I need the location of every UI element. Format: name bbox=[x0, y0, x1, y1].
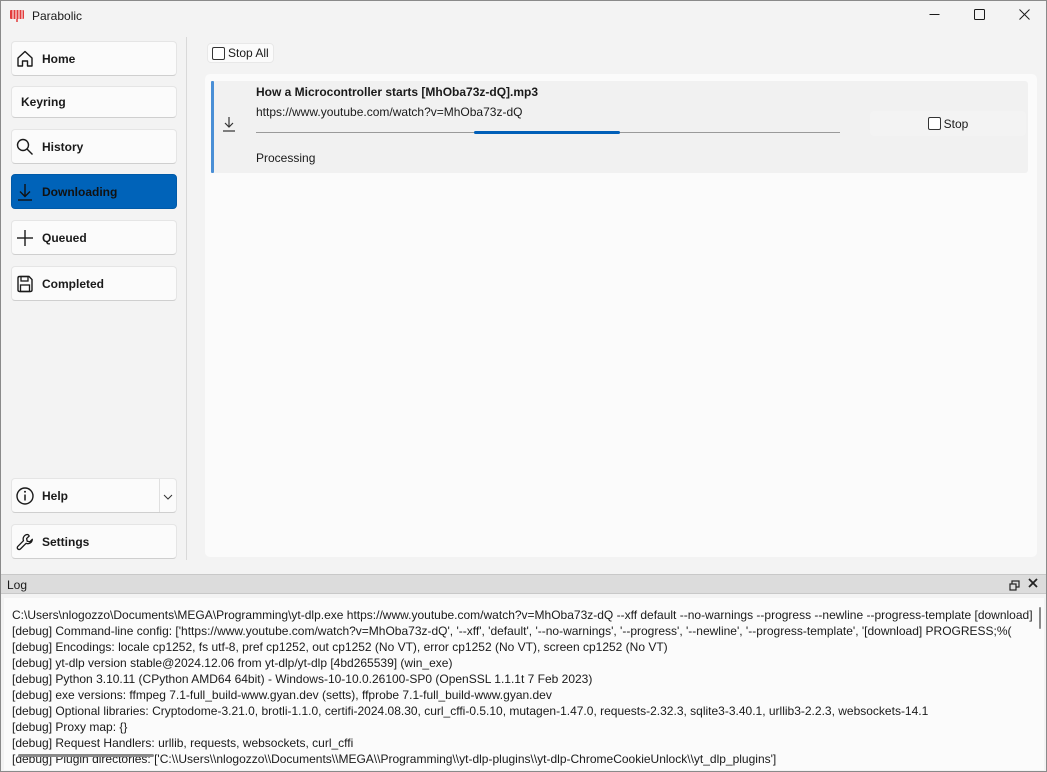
app-logo-icon bbox=[9, 9, 25, 23]
log-lines: C:\Users\nlogozzo\Documents\MEGA\Program… bbox=[12, 607, 1032, 767]
log-line: [debug] yt-dlp version stable@2024.12.06… bbox=[12, 656, 453, 670]
sidebar-item-completed[interactable]: Completed bbox=[11, 266, 177, 301]
progress-indeterminate-segment bbox=[474, 131, 620, 134]
wrench-icon bbox=[14, 531, 36, 553]
stop-all-checkbox[interactable]: Stop All bbox=[207, 43, 274, 63]
sidebar-item-downloading[interactable]: Downloading bbox=[11, 174, 177, 209]
stop-label: Stop bbox=[943, 116, 969, 131]
sidebar-item-label: History bbox=[42, 139, 84, 154]
plus-icon bbox=[14, 227, 36, 249]
sidebar-item-keyring[interactable]: Keyring bbox=[11, 86, 177, 118]
close-button[interactable] bbox=[1001, 1, 1047, 31]
close-icon bbox=[1028, 577, 1038, 591]
sidebar-item-settings[interactable]: Settings bbox=[11, 524, 177, 559]
window-title: Parabolic bbox=[32, 9, 83, 23]
download-row: How a Microcontroller starts [MhOba73z-d… bbox=[211, 81, 1028, 173]
log-line: [debug] Optional libraries: Cryptodome-3… bbox=[12, 704, 929, 718]
log-line: [debug] Python 3.10.11 (CPython AMD64 64… bbox=[12, 672, 593, 686]
info-icon bbox=[14, 485, 36, 507]
sidebar-divider bbox=[186, 37, 187, 560]
download-icon bbox=[221, 115, 237, 133]
sidebar-item-label: Help bbox=[42, 488, 69, 503]
save-icon bbox=[14, 273, 36, 295]
download-url: https://www.youtube.com/watch?v=MhOba73z… bbox=[256, 105, 523, 119]
sidebar-item-home[interactable]: Home bbox=[11, 41, 177, 76]
download-progress-bar bbox=[256, 131, 840, 134]
sidebar-item-label: Queued bbox=[42, 230, 87, 245]
row-accent-bar bbox=[211, 81, 214, 173]
sidebar-item-label: Settings bbox=[42, 534, 90, 549]
log-line: [debug] Proxy map: {} bbox=[12, 720, 128, 734]
log-line: [debug] Request Handlers: urllib, reques… bbox=[12, 736, 354, 750]
log-title: Log bbox=[7, 578, 28, 592]
close-dock-button[interactable] bbox=[1028, 577, 1038, 591]
sidebar-item-history[interactable]: History bbox=[11, 129, 177, 164]
log-line: [debug] Encodings: locale cp1252, fs utf… bbox=[12, 640, 668, 654]
float-dock-button[interactable] bbox=[1009, 578, 1020, 596]
sidebar-item-label: Downloading bbox=[42, 184, 118, 199]
sidebar-item-queued[interactable]: Queued bbox=[11, 220, 177, 255]
help-dropdown-button[interactable] bbox=[159, 479, 176, 512]
log-line: [debug] Plugin directories: ['C:\\Users\… bbox=[12, 752, 777, 766]
checkbox-box[interactable] bbox=[212, 46, 225, 60]
sidebar-item-help[interactable]: Help bbox=[11, 478, 177, 513]
log-line: [debug] exe versions: ffmpeg 7.1-full_bu… bbox=[12, 688, 552, 702]
log-horizontal-scrollbar[interactable] bbox=[18, 754, 154, 757]
log-vertical-scrollbar[interactable] bbox=[1039, 607, 1041, 629]
download-status: Processing bbox=[256, 151, 316, 165]
search-icon bbox=[14, 136, 36, 158]
minimize-icon bbox=[929, 7, 940, 25]
stop-all-label: Stop All bbox=[228, 46, 269, 60]
maximize-button[interactable] bbox=[956, 1, 1002, 31]
log-line: [debug] Command-line config: ['https://w… bbox=[12, 624, 1012, 638]
sidebar-item-label: Home bbox=[42, 51, 76, 66]
checkbox-box[interactable] bbox=[927, 117, 941, 130]
minimize-button[interactable] bbox=[911, 1, 957, 31]
close-icon bbox=[1018, 7, 1030, 25]
download-title: How a Microcontroller starts [MhOba73z-d… bbox=[256, 85, 539, 99]
sidebar-item-label: Keyring bbox=[21, 95, 66, 109]
stop-download-checkbox[interactable]: Stop bbox=[870, 111, 1026, 136]
log-line: C:\Users\nlogozzo\Documents\MEGA\Program… bbox=[12, 608, 1032, 622]
chevron-down-icon bbox=[163, 487, 173, 505]
sidebar-item-label: Completed bbox=[42, 276, 105, 291]
restore-icon bbox=[1009, 578, 1020, 595]
app-window: Parabolic Home Keyring History Downloadi… bbox=[0, 0, 1047, 772]
download-icon bbox=[14, 181, 36, 203]
title-bar: Parabolic bbox=[1, 1, 1046, 33]
maximize-icon bbox=[973, 7, 985, 25]
sidebar: Home Keyring History Downloading Queued bbox=[1, 33, 187, 565]
home-icon bbox=[14, 48, 36, 70]
log-text-area[interactable]: C:\Users\nlogozzo\Documents\MEGA\Program… bbox=[4, 598, 1044, 770]
log-dock-header: Log bbox=[1, 574, 1046, 594]
